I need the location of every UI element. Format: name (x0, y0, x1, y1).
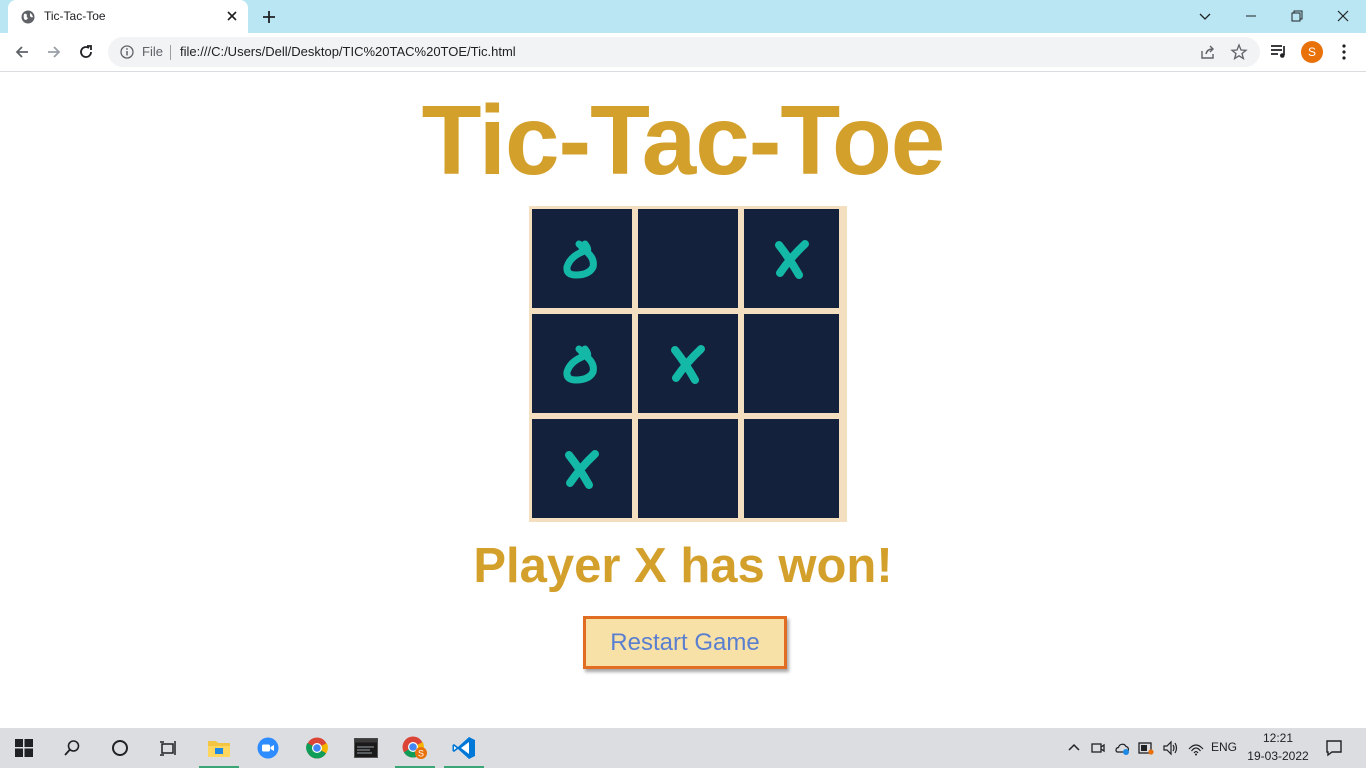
more-menu-icon[interactable] (1338, 43, 1350, 61)
cortana-circle-icon (112, 740, 128, 756)
folder-icon (208, 741, 230, 757)
o-mark-icon (563, 240, 597, 278)
x-mark-icon (671, 344, 705, 384)
clock-date[interactable]: 19-03-2022 (1243, 749, 1313, 763)
forward-button[interactable] (44, 42, 64, 62)
zoom-icon (257, 737, 279, 759)
x-mark-icon (774, 239, 809, 279)
profile-avatar[interactable]: S (1301, 41, 1323, 63)
close-icon (1337, 10, 1349, 22)
tab-title: Tic-Tac-Toe (44, 9, 106, 23)
browser-toolbar: File file:///C:/Users/Dell/Desktop/TIC%2… (0, 33, 1366, 72)
search-icon (64, 740, 80, 756)
new-tab-plus-icon[interactable] (260, 8, 278, 26)
game-title: Tic-Tac-Toe (421, 85, 946, 195)
url-text[interactable]: file:///C:/Users/Dell/Desktop/TIC%20TAC%… (180, 44, 516, 59)
terminal-window-icon (354, 738, 378, 758)
taskbar-zoom[interactable] (248, 728, 288, 768)
meet-camera-icon[interactable] (1090, 740, 1106, 756)
vscode-icon (452, 737, 475, 759)
restore-icon (1291, 10, 1303, 22)
tab-search-button[interactable] (1182, 0, 1228, 32)
browser-tab[interactable]: Tic-Tac-Toe (8, 0, 248, 33)
taskbar-chrome[interactable] (297, 728, 337, 768)
close-window-button[interactable] (1320, 0, 1366, 32)
arrow-right-icon (48, 46, 61, 58)
board-cell[interactable] (638, 209, 738, 308)
chevron-up-icon[interactable] (1066, 740, 1082, 756)
close-tab-icon[interactable] (224, 8, 240, 24)
chevron-down-icon (1199, 13, 1211, 20)
task-view-icon (160, 741, 176, 756)
input-language[interactable]: ENG (1211, 740, 1237, 754)
board-cell[interactable] (532, 314, 632, 413)
volume-icon[interactable] (1162, 740, 1178, 756)
restore-button[interactable] (1274, 0, 1320, 32)
browser-tabbar: Tic-Tac-Toe (0, 0, 1366, 33)
info-icon[interactable] (120, 45, 134, 59)
arrow-left-icon (15, 46, 28, 58)
reload-button[interactable] (76, 42, 96, 62)
clock-time[interactable]: 12:21 (1250, 731, 1306, 745)
game-status: Player X has won! (473, 539, 893, 593)
board-cell[interactable] (532, 209, 632, 308)
notification-center-icon[interactable] (1325, 739, 1343, 757)
media-queue-icon[interactable] (1270, 44, 1288, 60)
cortana-button[interactable] (100, 728, 140, 768)
share-icon[interactable] (1200, 44, 1216, 60)
globe-icon (21, 10, 35, 24)
board-cell[interactable] (744, 209, 839, 308)
chrome-icon (306, 737, 328, 759)
game-board (529, 206, 847, 522)
minimize-button[interactable] (1228, 0, 1274, 32)
windows-taskbar: S ENG 12:21 19-03-2022 (0, 728, 1366, 768)
back-button[interactable] (12, 42, 32, 62)
minimize-icon (1246, 15, 1256, 17)
reload-icon (80, 45, 92, 58)
onedrive-sync-icon[interactable] (1114, 740, 1130, 756)
svg-text:S: S (418, 749, 424, 759)
taskbar-vscode[interactable] (444, 728, 484, 768)
battery-icon[interactable] (1138, 740, 1154, 756)
task-view-button[interactable] (148, 728, 188, 768)
start-button[interactable] (4, 728, 44, 768)
page-content: Tic-Tac-Toe Player X has won! Restart Ga… (0, 72, 1366, 728)
board-cell[interactable] (638, 419, 738, 518)
board-cell[interactable] (744, 419, 839, 518)
url-scheme-chip[interactable]: File (142, 44, 163, 59)
taskbar-terminal[interactable] (346, 728, 386, 768)
board-cell[interactable] (744, 314, 839, 413)
chip-divider (170, 45, 171, 60)
taskbar-file-explorer[interactable] (199, 728, 239, 768)
taskbar-chrome-profile[interactable]: S (395, 728, 435, 768)
board-cell[interactable] (532, 419, 632, 518)
restart-game-button[interactable]: Restart Game (583, 616, 787, 669)
taskbar-search-button[interactable] (52, 728, 92, 768)
board-cell[interactable] (638, 314, 738, 413)
o-mark-icon (563, 345, 597, 383)
address-bar[interactable]: File file:///C:/Users/Dell/Desktop/TIC%2… (108, 37, 1260, 67)
bookmark-star-icon[interactable] (1230, 43, 1248, 61)
windows-logo-icon (15, 739, 33, 757)
chrome-profile-icon: S (402, 736, 427, 759)
wifi-icon[interactable] (1188, 740, 1204, 756)
x-mark-icon (565, 449, 599, 489)
